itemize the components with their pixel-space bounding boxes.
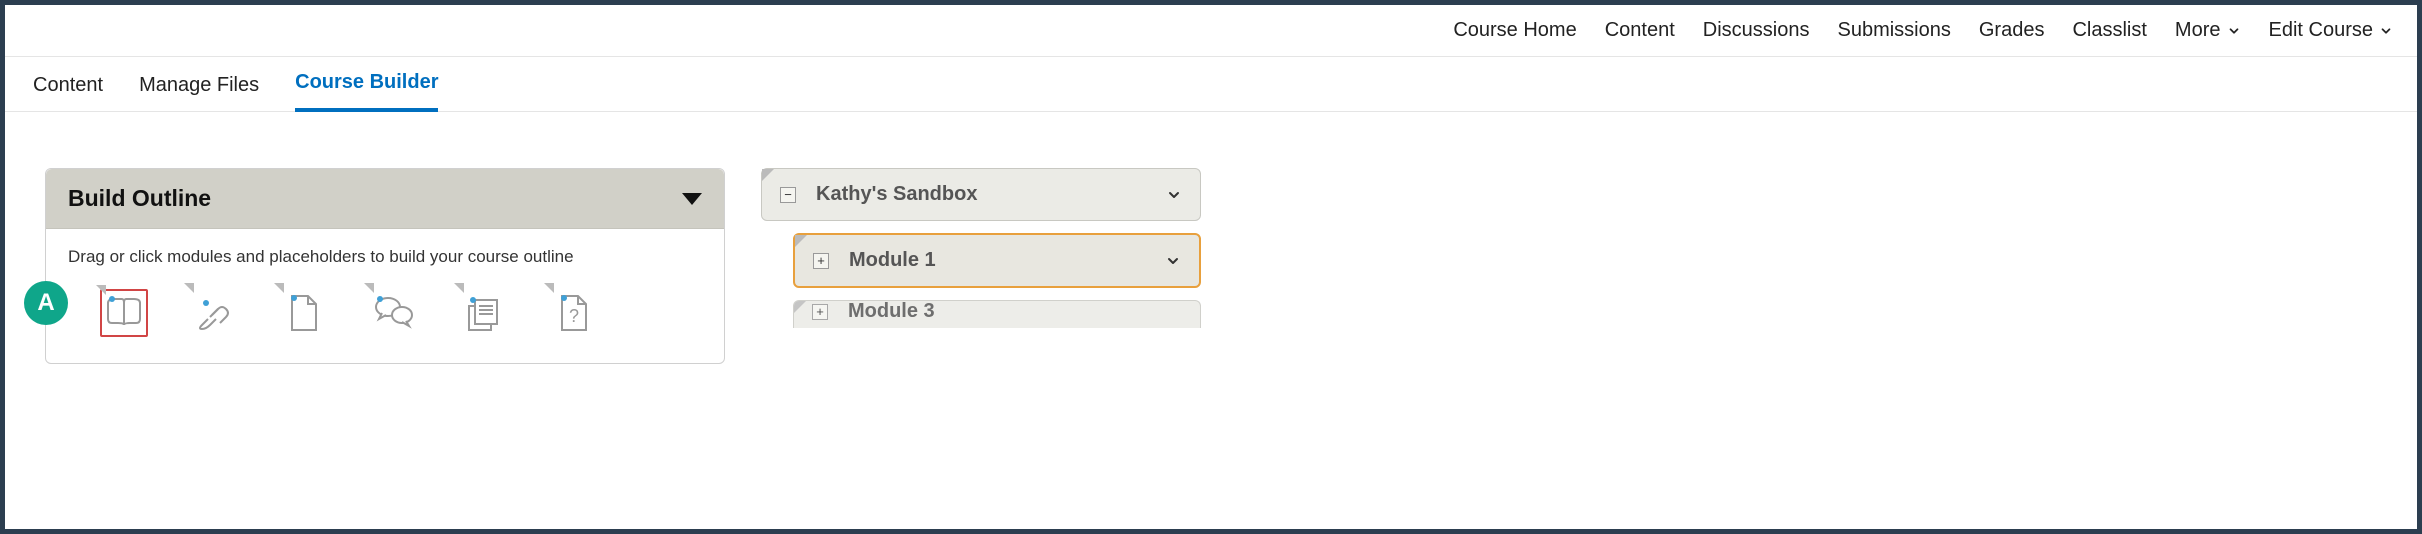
svg-text:?: ?: [569, 306, 579, 326]
expand-icon[interactable]: +: [812, 304, 828, 320]
build-outline-body: Drag or click modules and placeholders t…: [46, 229, 724, 363]
content-area: A Build Outline Drag or click modules an…: [5, 112, 2417, 364]
drag-corner-icon: [795, 235, 807, 247]
subnav-manage-files[interactable]: Manage Files: [139, 74, 259, 111]
drag-corner-icon: [454, 283, 464, 293]
sub-nav: Content Manage Files Course Builder: [5, 57, 2417, 112]
nav-edit-course[interactable]: Edit Course: [2269, 19, 2394, 42]
subnav-course-builder[interactable]: Course Builder: [295, 71, 438, 112]
drag-corner-icon: [364, 283, 374, 293]
build-outline-instruction: Drag or click modules and placeholders t…: [68, 247, 702, 267]
tree-module-1[interactable]: + Module 1: [793, 233, 1201, 288]
chevron-down-icon[interactable]: [1165, 253, 1181, 269]
top-nav: Course Home Content Discussions Submissi…: [5, 5, 2417, 57]
build-outline-header[interactable]: Build Outline: [46, 169, 724, 229]
drag-corner-icon: [794, 301, 806, 313]
drag-corner-icon: [96, 285, 106, 295]
nav-edit-course-label: Edit Course: [2269, 19, 2374, 42]
drag-corner-icon: [544, 283, 554, 293]
tree-root-node[interactable]: − Kathy's Sandbox: [761, 168, 1201, 221]
assignment-tool[interactable]: [460, 289, 508, 337]
tree-module-1-label: Module 1: [849, 249, 1145, 272]
expand-icon[interactable]: +: [813, 253, 829, 269]
file-icon: [286, 292, 322, 334]
build-outline-title: Build Outline: [68, 185, 211, 212]
nav-more-label: More: [2175, 19, 2221, 42]
caret-down-icon: [682, 193, 702, 205]
module-tool[interactable]: [100, 289, 148, 337]
nav-content[interactable]: Content: [1605, 19, 1675, 42]
link-icon: [194, 293, 234, 333]
drag-corner-icon: [184, 283, 194, 293]
quiz-icon: ?: [556, 292, 592, 334]
chevron-down-icon[interactable]: [1166, 187, 1182, 203]
chevron-down-icon: [2379, 24, 2393, 38]
quiz-tool[interactable]: ?: [550, 289, 598, 337]
file-tool[interactable]: [280, 289, 328, 337]
discussion-icon: [372, 293, 416, 333]
tree-module-3-label: Module 3: [848, 300, 1182, 323]
subnav-content[interactable]: Content: [33, 74, 103, 111]
build-outline-panel: A Build Outline Drag or click modules an…: [45, 168, 725, 364]
nav-submissions[interactable]: Submissions: [1837, 19, 1950, 42]
nav-more[interactable]: More: [2175, 19, 2241, 42]
annotation-badge: A: [24, 281, 68, 325]
tree-root-label: Kathy's Sandbox: [816, 183, 1146, 206]
chevron-down-icon: [2227, 24, 2241, 38]
nav-discussions[interactable]: Discussions: [1703, 19, 1810, 42]
tool-row: ?: [68, 289, 702, 337]
tree-module-3[interactable]: + Module 3: [793, 300, 1201, 328]
drag-corner-icon: [274, 283, 284, 293]
nav-course-home[interactable]: Course Home: [1453, 19, 1576, 42]
module-icon: [104, 295, 144, 331]
nav-grades[interactable]: Grades: [1979, 19, 2045, 42]
assignment-icon: [463, 292, 505, 334]
collapse-icon[interactable]: −: [780, 187, 796, 203]
drag-corner-icon: [762, 169, 774, 181]
discussion-tool[interactable]: [370, 289, 418, 337]
outline-tree: − Kathy's Sandbox + Module 1 + Module 3: [761, 168, 1201, 364]
nav-classlist[interactable]: Classlist: [2072, 19, 2146, 42]
link-tool[interactable]: [190, 289, 238, 337]
